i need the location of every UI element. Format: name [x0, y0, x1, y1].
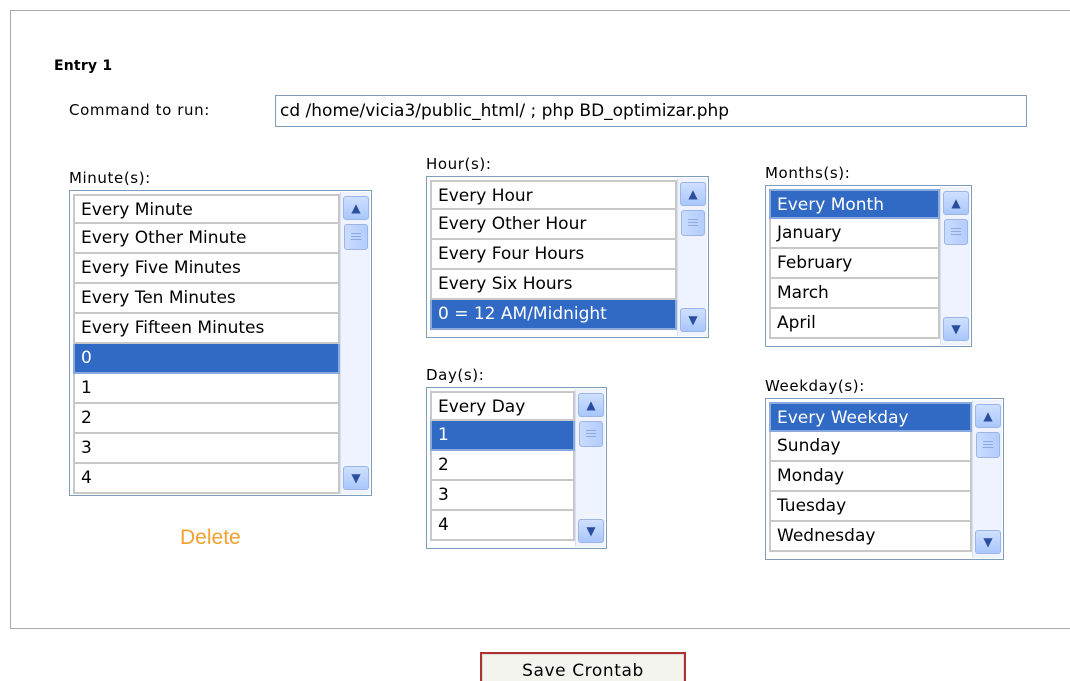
scroll-down-icon[interactable]: ▼: [680, 308, 706, 332]
scroll-thumb[interactable]: [344, 224, 368, 250]
minutes-option[interactable]: 4: [73, 464, 340, 494]
scroll-thumb[interactable]: [944, 219, 968, 245]
days-option[interactable]: 2: [430, 451, 575, 481]
days-option[interactable]: Every Day: [430, 391, 575, 421]
days-label: Day(s):: [426, 366, 485, 384]
months-listbox[interactable]: Every Month January February March April ▲ ▼: [765, 185, 972, 347]
scroll-thumb[interactable]: [681, 210, 705, 236]
minutes-scrollbar[interactable]: ▲ ▼: [340, 192, 370, 494]
delete-link[interactable]: Delete: [180, 526, 241, 550]
months-option[interactable]: January: [769, 219, 940, 249]
hours-option[interactable]: Every Hour: [430, 180, 677, 210]
days-scrollbar[interactable]: ▲ ▼: [575, 389, 605, 547]
scroll-up-icon[interactable]: ▲: [680, 182, 706, 206]
hours-listbox[interactable]: Every Hour Every Other Hour Every Four Hou…: [426, 176, 709, 338]
weekdays-label: Weekday(s):: [765, 377, 865, 395]
scroll-thumb[interactable]: [976, 432, 1000, 458]
months-label: Months(s):: [765, 164, 851, 182]
months-option[interactable]: Every Month: [769, 189, 940, 219]
scroll-thumb[interactable]: [579, 421, 603, 447]
scroll-up-icon[interactable]: ▲: [975, 404, 1001, 428]
hours-option[interactable]: Every Six Hours: [430, 270, 677, 300]
minutes-option[interactable]: 0: [73, 344, 340, 374]
weekdays-option[interactable]: Sunday: [769, 432, 972, 462]
days-option[interactable]: 1: [430, 421, 575, 451]
months-option[interactable]: April: [769, 309, 940, 339]
minutes-label: Minute(s):: [69, 169, 151, 187]
weekdays-option[interactable]: Tuesday: [769, 492, 972, 522]
months-option[interactable]: March: [769, 279, 940, 309]
weekdays-listbox[interactable]: Every Weekday Sunday Monday Tuesday Wednesda…: [765, 398, 1004, 560]
minutes-option[interactable]: 2: [73, 404, 340, 434]
hours-label: Hour(s):: [426, 155, 492, 173]
minutes-option[interactable]: Every Five Minutes: [73, 254, 340, 284]
minutes-option[interactable]: 1: [73, 374, 340, 404]
days-listbox[interactable]: Every Day 1 2 3 4 ▲ ▼: [426, 387, 607, 549]
scroll-up-icon[interactable]: ▲: [943, 191, 969, 215]
weekdays-option[interactable]: Monday: [769, 462, 972, 492]
scroll-down-icon[interactable]: ▼: [975, 530, 1001, 554]
weekdays-option[interactable]: Wednesday: [769, 522, 972, 552]
scroll-down-icon[interactable]: ▼: [578, 519, 604, 543]
hours-scrollbar[interactable]: ▲ ▼: [677, 178, 707, 336]
minutes-option[interactable]: 3: [73, 434, 340, 464]
entry-title: Entry 1: [54, 58, 113, 74]
hours-option[interactable]: Every Other Hour: [430, 210, 677, 240]
hours-option[interactable]: 0 = 12 AM/Midnight: [430, 300, 677, 330]
days-option[interactable]: 3: [430, 481, 575, 511]
minutes-listbox[interactable]: Every Minute Every Other Minute Every Five…: [69, 190, 372, 496]
months-scrollbar[interactable]: ▲ ▼: [940, 187, 970, 345]
scroll-up-icon[interactable]: ▲: [578, 393, 604, 417]
minutes-option[interactable]: Every Minute: [73, 194, 340, 224]
minutes-option[interactable]: Every Other Minute: [73, 224, 340, 254]
command-input[interactable]: [275, 95, 1027, 127]
save-crontab-button[interactable]: Save Crontab: [480, 652, 686, 681]
weekdays-scrollbar[interactable]: ▲ ▼: [972, 400, 1002, 558]
minutes-option[interactable]: Every Ten Minutes: [73, 284, 340, 314]
scroll-down-icon[interactable]: ▼: [343, 466, 369, 490]
minutes-option[interactable]: Every Fifteen Minutes: [73, 314, 340, 344]
scroll-up-icon[interactable]: ▲: [343, 196, 369, 220]
scroll-down-icon[interactable]: ▼: [943, 317, 969, 341]
command-label: Command to run:: [69, 101, 210, 119]
weekdays-option[interactable]: Every Weekday: [769, 402, 972, 432]
hours-option[interactable]: Every Four Hours: [430, 240, 677, 270]
days-option[interactable]: 4: [430, 511, 575, 541]
months-option[interactable]: February: [769, 249, 940, 279]
